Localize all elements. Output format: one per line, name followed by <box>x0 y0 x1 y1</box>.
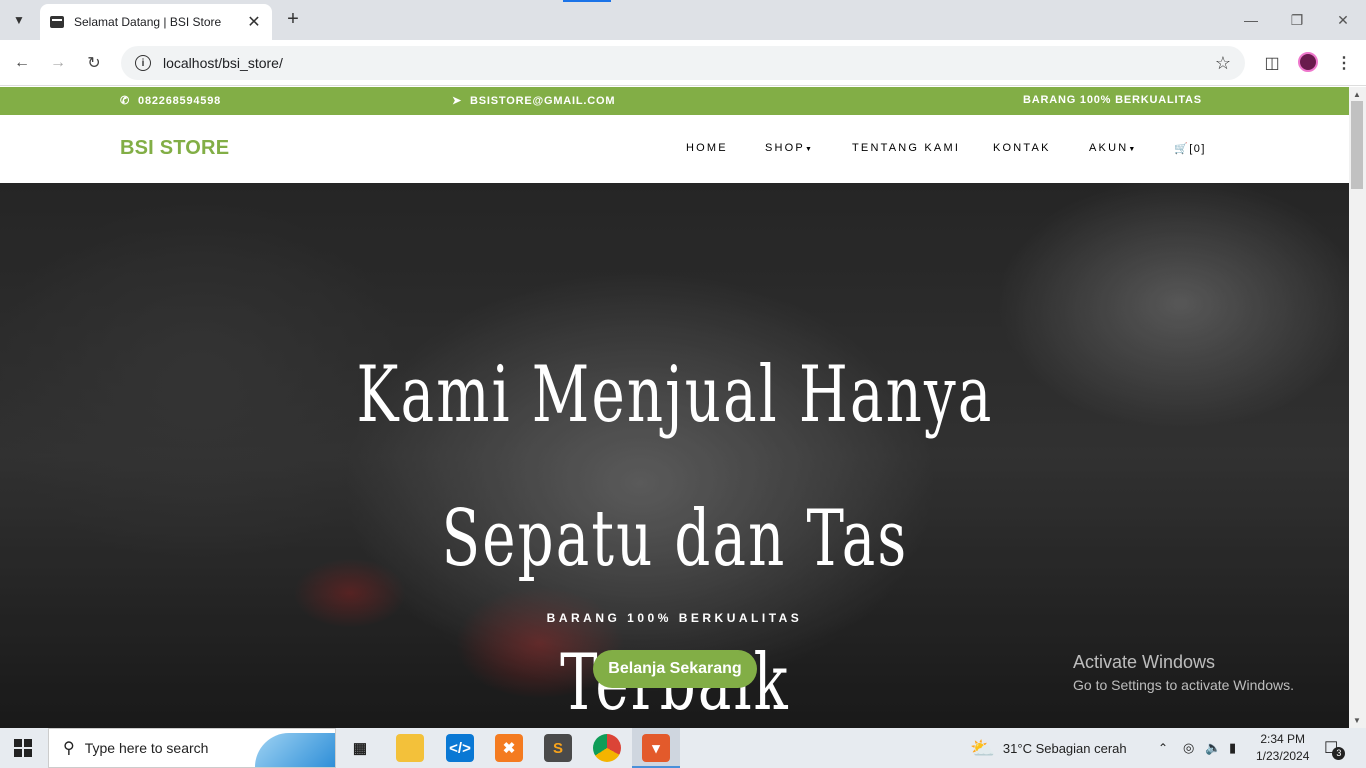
windows-taskbar: ⚲ Type here to search ▦ </> ✖ S ▾ ⛅ 31°C… <box>0 728 1366 768</box>
url-text[interactable]: localhost/bsi_store/ <box>163 55 1215 71</box>
nav-tentang-kami[interactable]: TENTANG KAMI <box>852 142 960 154</box>
browser-toolbar: ← → ↻ i localhost/bsi_store/ ☆ ◫ ⋮ <box>0 40 1366 86</box>
network-icon[interactable]: ◎ <box>1183 728 1194 768</box>
minimize-button[interactable]: — <box>1228 0 1274 40</box>
site-top-bar: ✆ 082268594598 ➤ BSISTORE@GMAIL.COM BARA… <box>0 87 1349 115</box>
nav-shop[interactable]: SHOP▼ <box>765 142 812 154</box>
favicon-icon <box>50 16 64 28</box>
nav-kontak[interactable]: KONTAK <box>993 142 1051 154</box>
xampp-icon[interactable]: ✖ <box>495 734 523 762</box>
phone-number: 082268594598 <box>138 94 222 107</box>
chrome-icon[interactable] <box>593 734 621 762</box>
task-view-icon[interactable]: ▦ <box>346 734 374 762</box>
close-tab-icon[interactable]: ✕ <box>246 12 262 32</box>
nav-home[interactable]: HOME <box>686 142 728 154</box>
tagline-text: BARANG 100% BERKUALITAS <box>1023 94 1202 106</box>
tab-search-button[interactable]: ▼ <box>6 7 32 33</box>
page-scrollbar[interactable]: ▲ ▼ <box>1349 87 1366 728</box>
site-navbar: BSI STORE HOME SHOP▼ TENTANG KAMI KONTAK… <box>0 115 1349 183</box>
site-info-icon[interactable]: i <box>135 55 151 71</box>
caret-down-icon: ▼ <box>804 146 812 153</box>
notification-center[interactable]: ☐ 3 <box>1324 728 1346 768</box>
hero-subheading: BARANG 100% BERKUALITAS <box>546 611 803 625</box>
watermark-title: Activate Windows <box>1073 652 1216 672</box>
nav-akun[interactable]: AKUN▼ <box>1089 142 1135 154</box>
scroll-up-icon[interactable]: ▲ <box>1353 90 1361 99</box>
side-panel-icon[interactable]: ◫ <box>1258 49 1286 77</box>
shop-now-button[interactable]: Belanja Sekarang <box>593 650 757 688</box>
clock-date: 1/23/2024 <box>1256 749 1310 763</box>
activate-windows-watermark: Activate Windows Go to Settings to activ… <box>1073 652 1294 693</box>
hidden-icons-chevron[interactable]: ⌃ <box>1158 728 1168 768</box>
scroll-down-icon[interactable]: ▼ <box>1353 716 1361 725</box>
notification-count: 3 <box>1332 746 1346 760</box>
email-address: BSISTORE@GMAIL.COM <box>470 94 616 107</box>
forward-button[interactable]: → <box>44 49 72 77</box>
nav-akun-label: AKUN <box>1089 142 1129 154</box>
browser-tab[interactable]: Selamat Datang | BSI Store ✕ <box>40 4 272 40</box>
reload-button[interactable]: ↻ <box>80 49 108 77</box>
search-highlight-icon <box>255 733 335 767</box>
email-contact: ➤ BSISTORE@GMAIL.COM <box>452 94 616 108</box>
bookmark-star-icon[interactable]: ☆ <box>1215 53 1231 74</box>
sublime-text-icon[interactable]: S <box>544 734 572 762</box>
phone-contact: ✆ 082268594598 <box>120 94 222 108</box>
vscode-icon[interactable]: </> <box>446 734 474 762</box>
battery-icon[interactable]: ▮ <box>1229 728 1236 768</box>
profile-avatar[interactable] <box>1298 52 1318 72</box>
hero-heading-line1: Kami Menjual Hanya Sepatu dan Tas <box>356 350 994 584</box>
paper-plane-icon: ➤ <box>452 95 463 107</box>
restore-button[interactable]: ❐ <box>1274 0 1320 40</box>
nav-cart[interactable]: 🛒[0] <box>1174 142 1206 155</box>
volume-icon[interactable]: 🔈 <box>1205 728 1221 768</box>
weather-text: 31°C Sebagian cerah <box>1002 740 1127 756</box>
taskbar-search-placeholder: Type here to search <box>84 740 209 756</box>
loading-indicator <box>563 0 611 2</box>
scrollbar-thumb[interactable] <box>1351 101 1363 189</box>
phone-icon: ✆ <box>120 95 131 107</box>
watermark-subtitle: Go to Settings to activate Windows. <box>1073 677 1294 693</box>
weather-widget[interactable]: ⛅ 31°C Sebagian cerah <box>970 728 1127 768</box>
top-tagline: BARANG 100% BERKUALITAS <box>1023 94 1202 106</box>
menu-kebab-icon[interactable]: ⋮ <box>1330 49 1358 77</box>
nav-shop-label: SHOP <box>765 142 805 154</box>
back-button[interactable]: ← <box>8 49 36 77</box>
cart-count: [0] <box>1189 143 1206 155</box>
cart-icon: 🛒 <box>1174 143 1190 155</box>
clock-time: 2:34 PM <box>1260 732 1306 746</box>
search-icon: ⚲ <box>63 740 75 757</box>
start-button[interactable] <box>14 739 32 757</box>
new-tab-button[interactable]: + <box>282 8 304 30</box>
partly-cloudy-icon: ⛅ <box>970 737 995 760</box>
close-window-button[interactable]: ✕ <box>1320 0 1366 40</box>
tab-title: Selamat Datang | BSI Store <box>74 15 222 29</box>
active-app-icon[interactable]: ▾ <box>642 734 670 762</box>
caret-down-icon: ▼ <box>1128 146 1136 153</box>
tab-strip: ▼ Selamat Datang | BSI Store ✕ + — ❐ ✕ <box>0 0 1366 40</box>
hero-banner: Kami Menjual Hanya Sepatu dan Tas Terbai… <box>0 183 1349 728</box>
address-bar[interactable]: i localhost/bsi_store/ ☆ <box>121 46 1245 80</box>
chevron-down-icon: ▼ <box>13 13 25 27</box>
brand-logo[interactable]: BSI STORE <box>120 137 229 160</box>
taskbar-search-box[interactable]: ⚲ Type here to search <box>48 728 336 768</box>
file-explorer-icon[interactable] <box>396 734 424 762</box>
system-clock[interactable]: 2:34 PM 1/23/2024 <box>1256 731 1309 765</box>
